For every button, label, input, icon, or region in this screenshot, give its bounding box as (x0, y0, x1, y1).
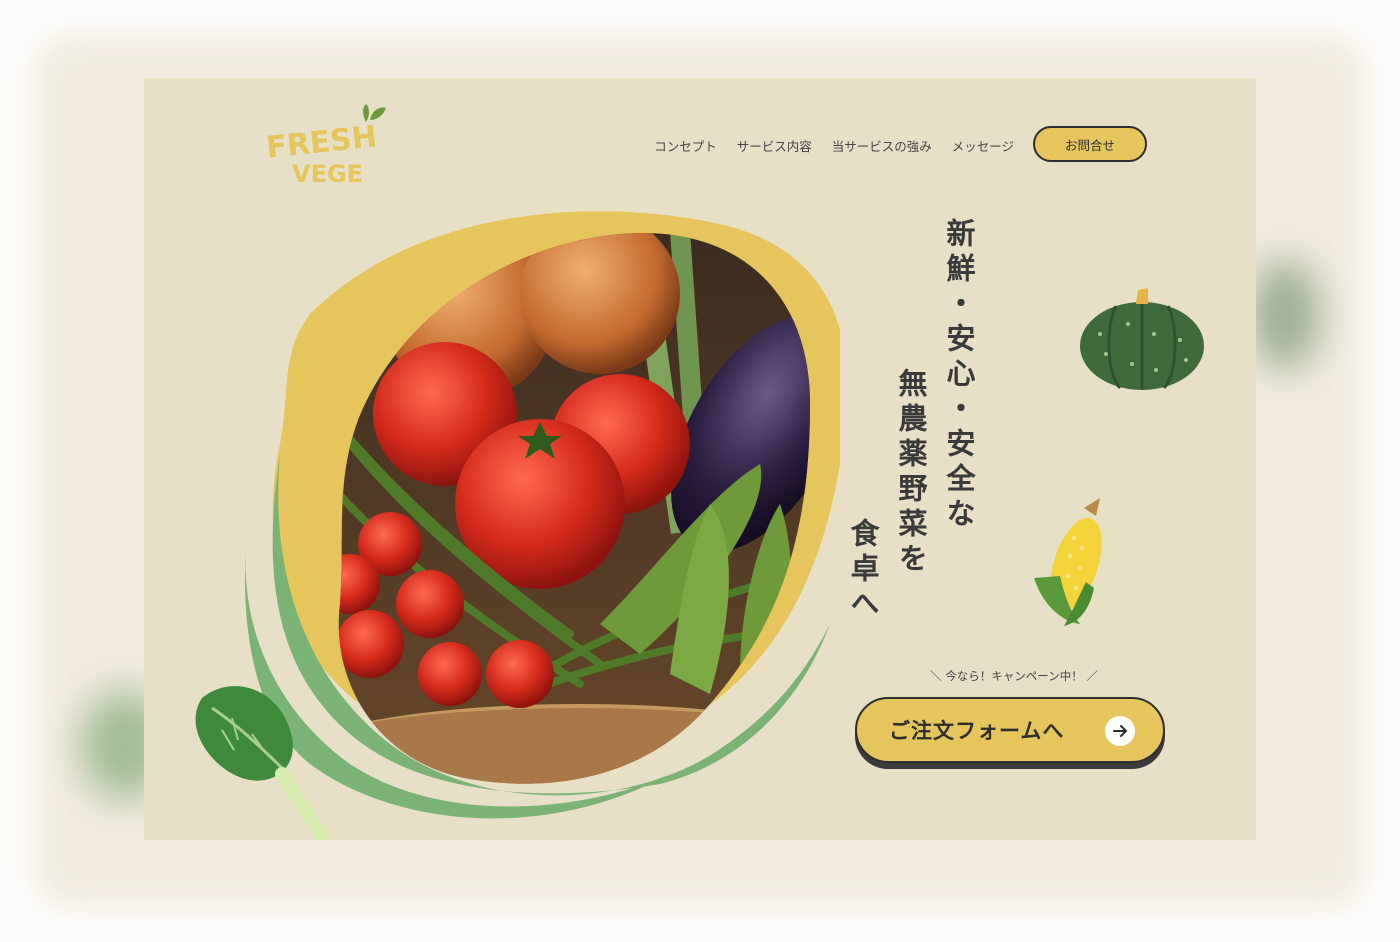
pumpkin-icon (1080, 288, 1204, 390)
logo-line2: VEGE (292, 160, 363, 188)
contact-button[interactable]: お問合せ (1033, 126, 1147, 162)
logo-line1: FRESH (265, 119, 379, 165)
global-nav: コンセプト サービス内容 当サービスの強み メッセージ (654, 136, 1014, 155)
order-form-button[interactable]: ご注文フォームへ (855, 697, 1165, 763)
landing-page: FRESH VEGE コンセプト サービス内容 当サービスの強み メッセージ お… (144, 78, 1256, 840)
corn-icon (1034, 498, 1102, 626)
blurred-pumpkin-deco (1250, 260, 1320, 370)
hero-headline: 新鮮・安心・安全な 無農薬野菜を 食卓へ (834, 218, 984, 638)
arrow-right-icon (1105, 716, 1135, 746)
nav-item-message[interactable]: メッセージ (952, 136, 1014, 155)
headline-line2: 無農薬野菜を (894, 368, 928, 578)
order-form-label: ご注文フォームへ (889, 719, 1065, 743)
nav-item-strengths[interactable]: 当サービスの強み (832, 136, 932, 155)
nav-item-service[interactable]: サービス内容 (737, 136, 812, 155)
site-logo[interactable]: FRESH VEGE (262, 100, 402, 190)
spinach-icon (195, 686, 329, 840)
headline-line1: 新鮮・安心・安全な (942, 218, 976, 533)
headline-line3: 食卓へ (846, 518, 880, 623)
campaign-banner: ＼ 今なら！キャンペーン中！ ／ (930, 669, 1098, 683)
nav-item-concept[interactable]: コンセプト (654, 136, 717, 155)
